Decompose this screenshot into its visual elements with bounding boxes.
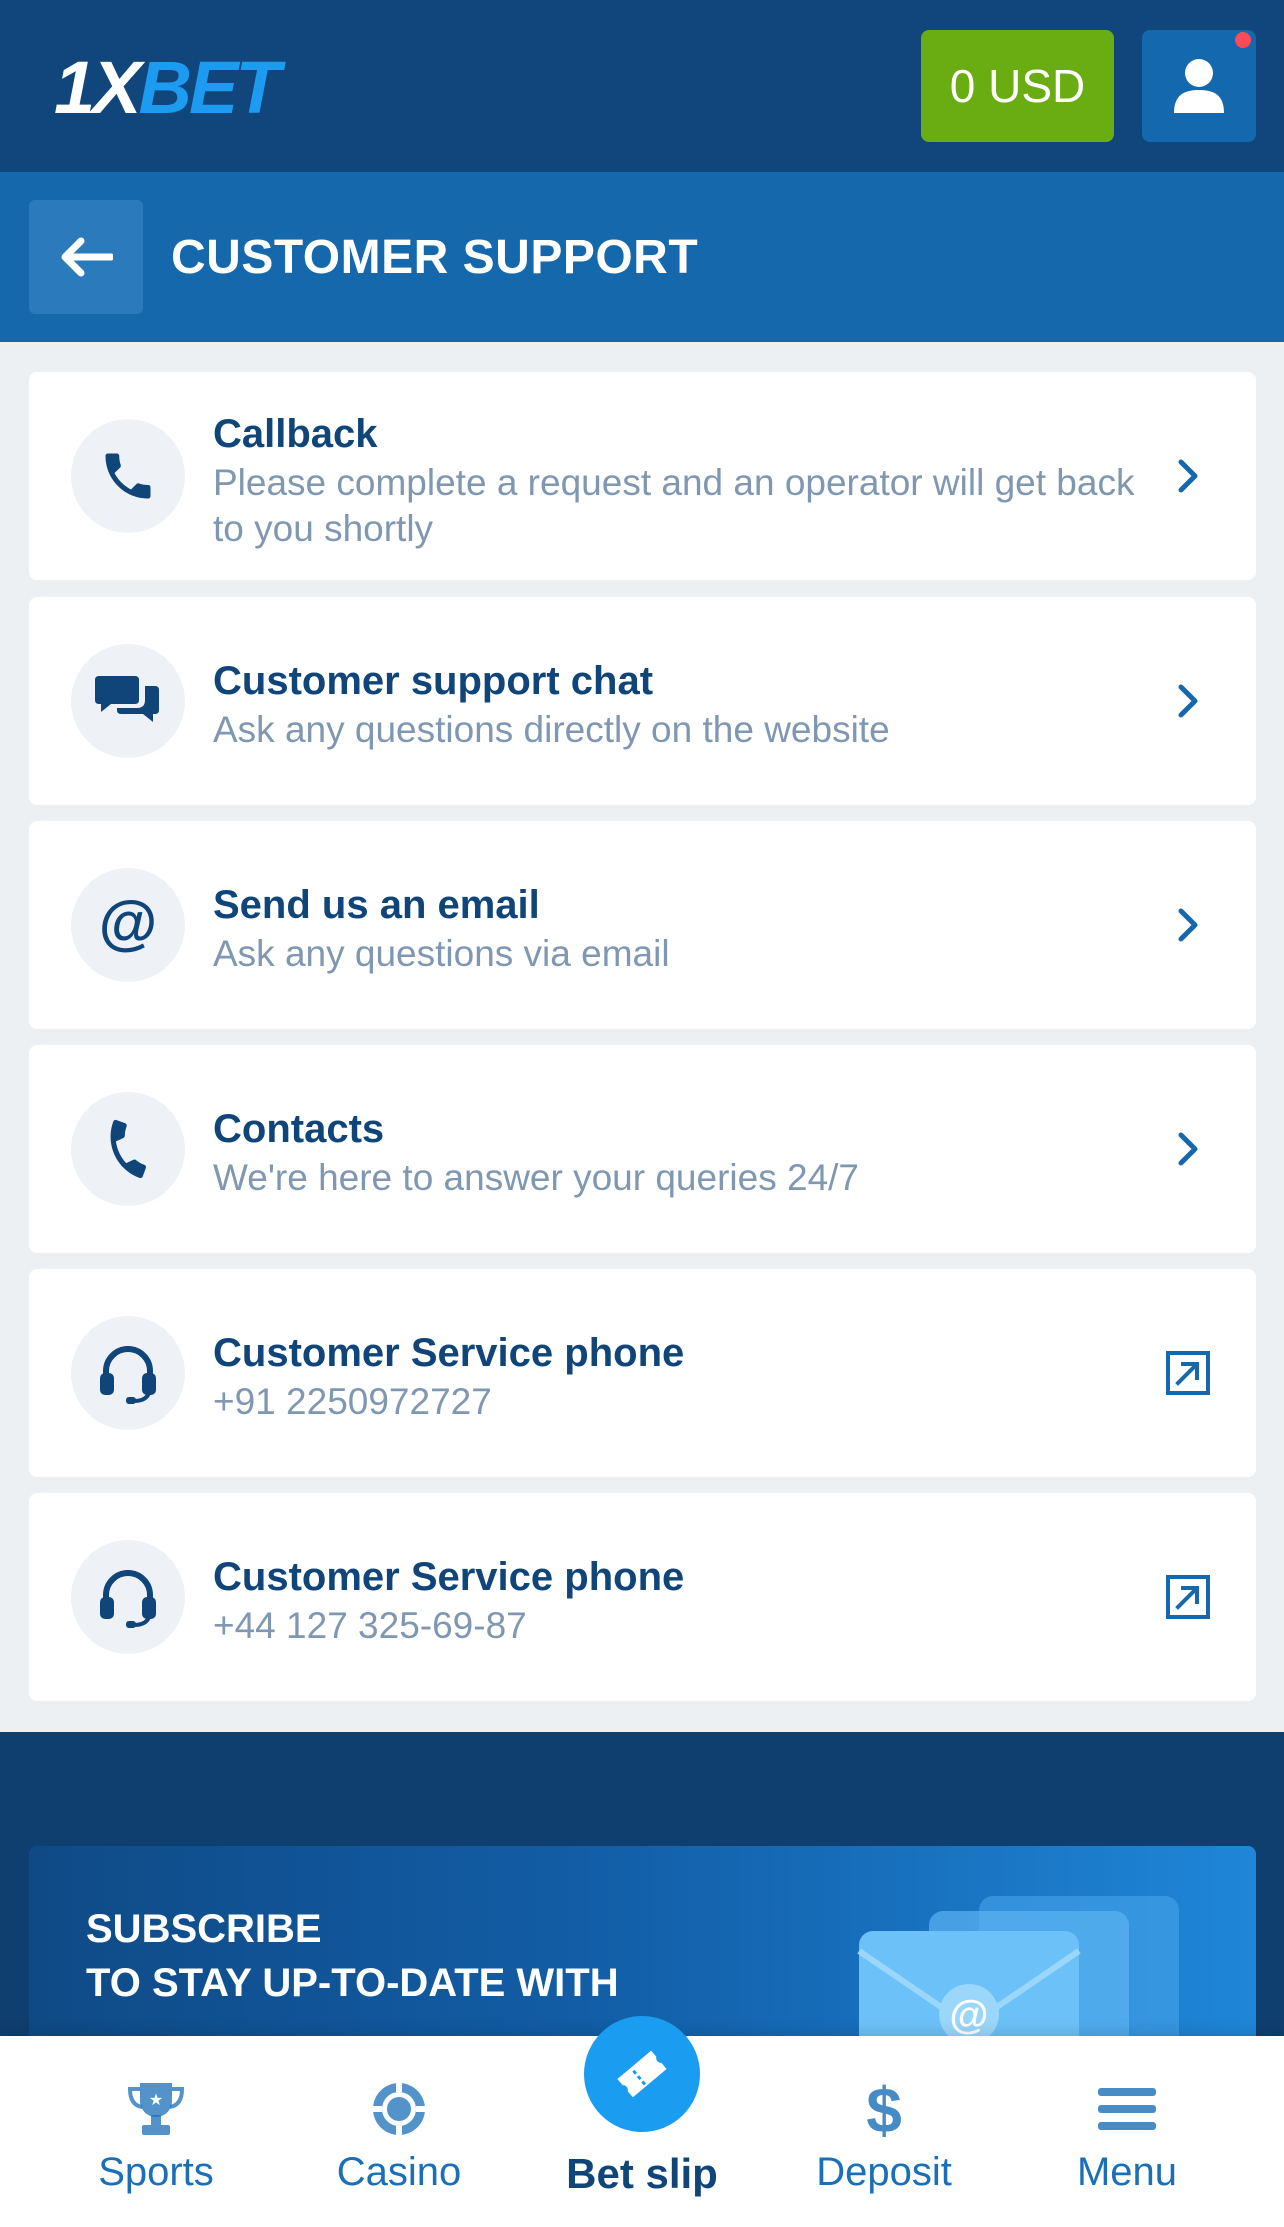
ticket-icon <box>617 2050 667 2098</box>
section-header: CUSTOMER SUPPORT <box>0 172 1284 342</box>
chevron-right-icon <box>1160 1121 1216 1177</box>
chat-icon <box>95 676 159 722</box>
option-text: Customer support chat Ask any questions … <box>213 655 1136 753</box>
option-text: Customer Service phone +44 127 325-69-87 <box>213 1551 1136 1649</box>
option-subtitle: We're here to answer your queries 24/7 <box>213 1157 860 1198</box>
dollar-icon: $ <box>862 2078 906 2140</box>
option-text: Callback Please complete a request and a… <box>213 408 1136 552</box>
support-option-service-phone-1[interactable]: Customer Service phone +91 2250972727 <box>29 1269 1256 1477</box>
logo-part-bet: BET <box>138 46 281 129</box>
support-option-callback[interactable]: Callback Please complete a request and a… <box>29 372 1256 580</box>
support-option-service-phone-2[interactable]: Customer Service phone +44 127 325-69-87 <box>29 1493 1256 1701</box>
arrow-left-icon <box>61 237 113 277</box>
user-icon <box>1174 59 1224 113</box>
notification-dot <box>1235 32 1251 48</box>
at-icon: @ <box>99 893 158 956</box>
option-subtitle: +44 127 325-69-87 <box>213 1605 527 1646</box>
nav-label: Menu <box>1076 2150 1178 2194</box>
option-subtitle: Ask any questions via email <box>213 933 670 974</box>
page-title: CUSTOMER SUPPORT <box>171 230 699 284</box>
chevron-right-icon <box>1160 448 1216 504</box>
subscribe-text: SUBSCRIBE TO STAY UP-TO-DATE WITH <box>86 1902 619 2010</box>
option-title: Contacts <box>213 1107 385 1151</box>
svg-text:★: ★ <box>149 2090 163 2109</box>
nav-label-bet-slip: Bet slip <box>566 2150 718 2197</box>
support-option-chat[interactable]: Customer support chat Ask any questions … <box>29 597 1256 805</box>
icon-badge: @ <box>71 868 185 982</box>
customer-support-page: 1X BET 0 USD CUSTOMER SUPPORT Callback P… <box>0 0 1284 2227</box>
nav-deposit[interactable]: $ Deposit <box>764 2036 1004 2227</box>
option-title: Callback <box>213 412 378 456</box>
option-title: Customer Service phone <box>213 1555 685 1599</box>
support-option-email[interactable]: @ Send us an email Ask any questions via… <box>29 821 1256 1029</box>
option-subtitle: Please complete a request and an operato… <box>213 462 1135 549</box>
phone-icon <box>105 453 151 499</box>
support-option-contacts[interactable]: Contacts We're here to answer your queri… <box>29 1045 1256 1253</box>
icon-badge <box>71 419 185 533</box>
balance-label: 0 USD <box>949 60 1086 112</box>
option-subtitle: +91 2250972727 <box>213 1381 492 1422</box>
back-button[interactable] <box>29 200 143 314</box>
svg-text:@: @ <box>949 1993 988 2037</box>
option-text: Customer Service phone +91 2250972727 <box>213 1327 1136 1425</box>
icon-badge <box>71 644 185 758</box>
option-subtitle: Ask any questions directly on the websit… <box>213 709 890 750</box>
icon-badge <box>71 1316 185 1430</box>
top-bar: 1X BET 0 USD <box>0 0 1284 172</box>
bottom-navigation: ★ Sports Casino Bet slip $ Deposit Menu <box>0 2016 1284 2227</box>
nav-casino[interactable]: Casino <box>279 2036 519 2227</box>
nav-label: Casino <box>336 2150 462 2194</box>
phone-tilted-icon <box>110 1119 146 1179</box>
external-link-icon <box>1160 1345 1216 1401</box>
icon-badge <box>71 1092 185 1206</box>
option-text: Contacts We're here to answer your queri… <box>213 1103 1136 1201</box>
subscribe-line-1: SUBSCRIBE <box>86 1907 322 1951</box>
brand-logo[interactable]: 1X BET <box>54 46 281 129</box>
casino-chip-icon <box>370 2078 428 2140</box>
subscribe-line-2: TO STAY UP-TO-DATE WITH <box>86 1961 619 2005</box>
chevron-right-icon <box>1160 897 1216 953</box>
headset-icon <box>100 1570 156 1628</box>
option-text: Send us an email Ask any questions via e… <box>213 879 1136 977</box>
svg-text:@: @ <box>99 893 158 956</box>
option-title: Customer Service phone <box>213 1331 685 1375</box>
chevron-right-icon <box>1160 673 1216 729</box>
svg-text:$: $ <box>866 2078 902 2140</box>
balance-button[interactable]: 0 USD <box>921 30 1114 142</box>
nav-menu[interactable]: Menu <box>1007 2036 1247 2227</box>
external-link-icon <box>1160 1569 1216 1625</box>
nav-sports[interactable]: ★ Sports <box>36 2036 276 2227</box>
trophy-icon: ★ <box>126 2078 186 2140</box>
headset-icon <box>100 1346 156 1404</box>
nav-label: Sports <box>98 2150 214 2194</box>
bet-slip-button[interactable] <box>584 2016 700 2132</box>
option-title: Send us an email <box>213 883 540 927</box>
icon-badge <box>71 1540 185 1654</box>
subscribe-section: SUBSCRIBE TO STAY UP-TO-DATE WITH @ <box>0 1732 1284 2086</box>
hamburger-menu-icon <box>1098 2078 1156 2140</box>
nav-label: Deposit <box>816 2150 952 2194</box>
option-title: Customer support chat <box>213 659 654 703</box>
logo-part-1x: 1X <box>54 46 141 129</box>
